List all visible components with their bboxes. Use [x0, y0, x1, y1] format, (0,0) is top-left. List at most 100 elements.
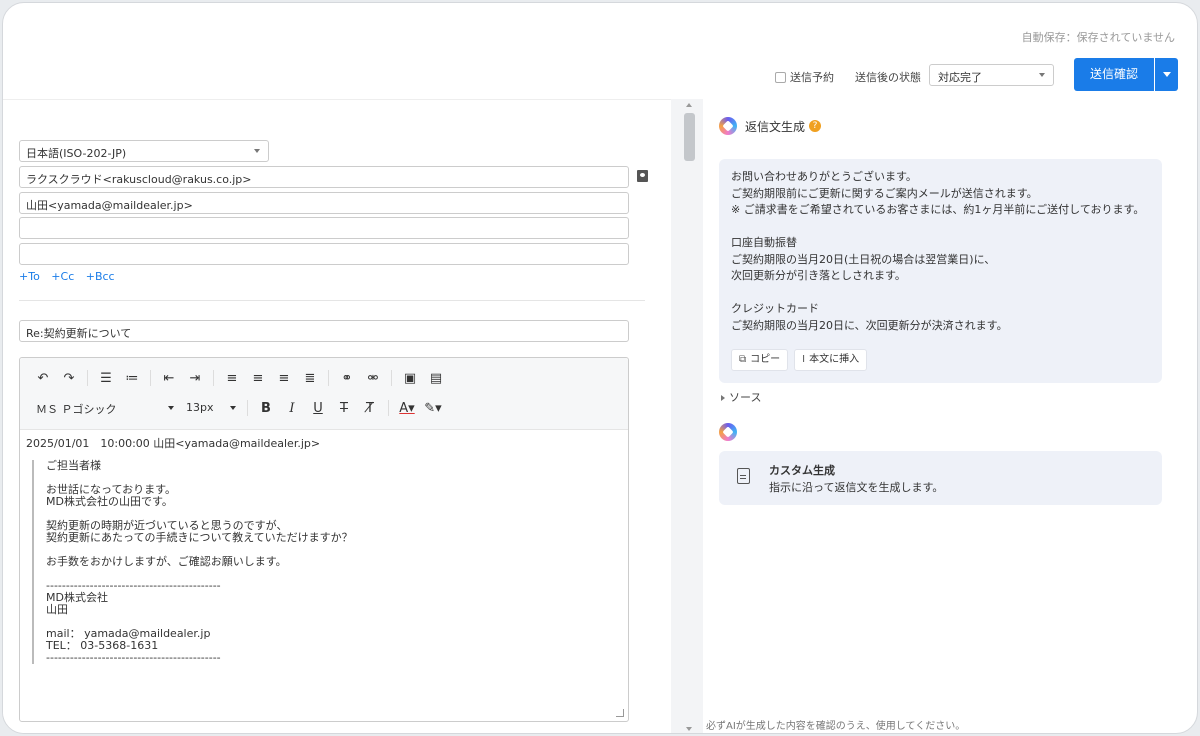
after-send-status-label: 送信後の状態 [855, 71, 921, 84]
toolbar-separator [213, 370, 214, 386]
from-field[interactable]: ラクスクラウド<rakuscloud@rakus.co.jp> [19, 166, 629, 188]
font-family-select[interactable]: ＭＳ Ｐゴシック [30, 397, 180, 419]
align-center-icon[interactable]: ≡ [245, 367, 271, 389]
document-icon [737, 468, 750, 484]
pane-splitter[interactable] [671, 99, 703, 733]
send-options-dropdown[interactable] [1155, 58, 1178, 91]
media-icon[interactable]: ▤ [423, 367, 449, 389]
autosave-status: 自動保存：保存されていません [1021, 31, 1175, 44]
quote-line: お手数をおかけしますが、ご確認お願いします。 [46, 555, 287, 568]
strikethrough-icon[interactable]: T [331, 397, 357, 419]
status-select-value: 対応完了 [938, 71, 982, 84]
chevron-down-icon [168, 406, 174, 410]
send-confirm-button[interactable]: 送信確認 [1074, 58, 1154, 91]
chevron-down-icon [254, 149, 260, 153]
bold-icon[interactable]: B [253, 397, 279, 419]
align-justify-icon[interactable]: ≣ [297, 367, 323, 389]
mail-compose-window: 自動保存：保存されていません 送信予約 送信後の状態 対応完了 送信確認 日本語… [2, 2, 1198, 734]
indent-icon[interactable]: ⇥ [182, 367, 208, 389]
quote-line: MD株式会社 [46, 591, 108, 604]
quoted-message: ご担当者様 お世話になっております。 MD株式会社の山田です。 契約更新の時期が近… [32, 460, 616, 664]
ai-logo-icon [719, 117, 737, 135]
ai-logo-icon [719, 423, 737, 441]
address-book-icon[interactable] [637, 170, 648, 182]
generated-line: 口座自動振替 [731, 236, 797, 249]
scheduled-send-label: 送信予約 [790, 71, 834, 84]
toolbar-separator [388, 400, 389, 416]
generated-reply-actions: ⧉ コピー I 本文に挿入 [731, 349, 873, 371]
subject-field[interactable]: Re:契約更新について [19, 320, 629, 342]
ordered-list-icon[interactable]: ☰ [93, 367, 119, 389]
add-bcc-link[interactable]: +Bcc [86, 270, 115, 283]
generated-line [731, 219, 1150, 236]
align-left-icon[interactable]: ≡ [219, 367, 245, 389]
undo-icon[interactable]: ↶ [30, 367, 56, 389]
custom-generate-card[interactable]: カスタム生成 指示に沿って返信文を生成します。 [719, 451, 1162, 505]
scheduled-send-checkbox[interactable] [775, 71, 786, 83]
clear-format-icon[interactable]: T̸ [357, 397, 383, 419]
chevron-down-icon [1163, 72, 1171, 77]
custom-generate-description: 指示に沿って返信文を生成します。 [769, 481, 944, 494]
ai-panel-header: 返信文生成 ? [719, 117, 822, 135]
editor-toolbar: ↶ ↷ ☰ ≔ ⇤ ⇥ ≡ ≡ ≡ ≣ ⚭ ⚮ ▣ ▤ ＭＳ Ｐゴシック 13p… [20, 358, 628, 430]
copy-label: コピー [750, 354, 781, 365]
font-family-value: ＭＳ Ｐゴシック [36, 403, 117, 416]
encoding-select[interactable]: 日本語(ISO-202-JP) [19, 140, 269, 162]
quote-line: ----------------------------------------… [46, 651, 221, 664]
ai-disclaimer: 必ずAIが生成した内容を確認のうえ、使用してください。 [706, 721, 966, 732]
help-icon[interactable]: ? [809, 120, 822, 132]
link-icon[interactable]: ⚭ [334, 367, 360, 389]
divider [19, 300, 645, 301]
insert-button[interactable]: I 本文に挿入 [794, 349, 868, 371]
custom-generate-title: カスタム生成 [769, 464, 835, 477]
address-links: +To +Cc +Bcc [19, 270, 123, 283]
editor-body[interactable]: 2025/01/01 10:00:00 山田<yamada@maildealer… [26, 438, 616, 664]
toolbar-separator [328, 370, 329, 386]
generated-line [731, 285, 1150, 302]
generated-line: ※ ご請求書をご希望されているお客さまには、約1ヶ月半前にご送付しております。 [731, 203, 1145, 216]
generated-line: ご契約期限の当月20日(土日祝の場合は翌営業日)に、 [731, 252, 996, 266]
unlink-icon[interactable]: ⚮ [360, 367, 386, 389]
quote-line: MD株式会社の山田です。 [46, 495, 173, 508]
bcc-field[interactable] [19, 243, 629, 265]
rich-text-editor: ↶ ↷ ☰ ≔ ⇤ ⇥ ≡ ≡ ≡ ≣ ⚭ ⚮ ▣ ▤ ＭＳ Ｐゴシック 13p… [19, 357, 629, 722]
redo-icon[interactable]: ↷ [56, 367, 82, 389]
scroll-up-icon[interactable] [686, 103, 692, 107]
underline-icon[interactable]: U [305, 397, 331, 419]
align-right-icon[interactable]: ≡ [271, 367, 297, 389]
ai-assist-panel: 返信文生成 ? お問い合わせありがとうございます。 ご契約期限前にご更新に関するご… [703, 99, 1187, 711]
font-size-value: 13px [186, 401, 214, 414]
scrollbar-thumb[interactable] [684, 113, 695, 161]
italic-icon[interactable]: I [279, 397, 305, 419]
cc-field[interactable] [19, 217, 629, 239]
to-field[interactable]: 山田<yamada@maildealer.jp> [19, 192, 629, 214]
scroll-down-icon[interactable] [686, 727, 692, 731]
highlight-color-icon[interactable]: ✎▾ [420, 397, 446, 419]
copy-icon: ⧉ [739, 354, 747, 365]
copy-button[interactable]: ⧉ コピー [731, 349, 789, 371]
generated-line: ご契約期限前にご更新に関するご案内メールが送信されます。 [731, 186, 1038, 200]
ai-panel-title: 返信文生成 [745, 119, 806, 134]
toolbar-separator [87, 370, 88, 386]
resize-handle-icon[interactable] [616, 709, 624, 717]
toolbar-separator [391, 370, 392, 386]
outdent-icon[interactable]: ⇤ [156, 367, 182, 389]
insert-label: 本文に挿入 [809, 354, 860, 365]
after-send-status-select[interactable]: 対応完了 [929, 64, 1054, 86]
image-icon[interactable]: ▣ [397, 367, 423, 389]
source-toggle[interactable]: ソース [721, 389, 761, 405]
font-color-icon[interactable]: A▾ [394, 397, 420, 419]
generated-line: クレジットカード [731, 302, 819, 315]
generated-reply: お問い合わせありがとうございます。 ご契約期限前にご更新に関するご案内メールが送信… [719, 159, 1162, 383]
bullet-list-icon[interactable]: ≔ [119, 367, 145, 389]
scheduled-send-toggle[interactable]: 送信予約 [775, 69, 834, 85]
quote-line: ----------------------------------------… [46, 579, 221, 592]
add-to-link[interactable]: +To [19, 270, 40, 283]
generated-reply-text: お問い合わせありがとうございます。 ご契約期限前にご更新に関するご案内メールが送信… [731, 169, 1150, 334]
quote-header: 2025/01/01 10:00:00 山田<yamada@maildealer… [26, 437, 321, 450]
toolbar-row-2: ＭＳ Ｐゴシック 13px B I U T T̸ A▾ ✎▾ [30, 396, 446, 420]
font-size-select[interactable]: 13px [180, 397, 242, 419]
add-cc-link[interactable]: +Cc [51, 270, 74, 283]
top-toolbar: 送信予約 送信後の状態 対応完了 送信確認 [3, 53, 1197, 99]
chevron-down-icon [230, 406, 236, 410]
